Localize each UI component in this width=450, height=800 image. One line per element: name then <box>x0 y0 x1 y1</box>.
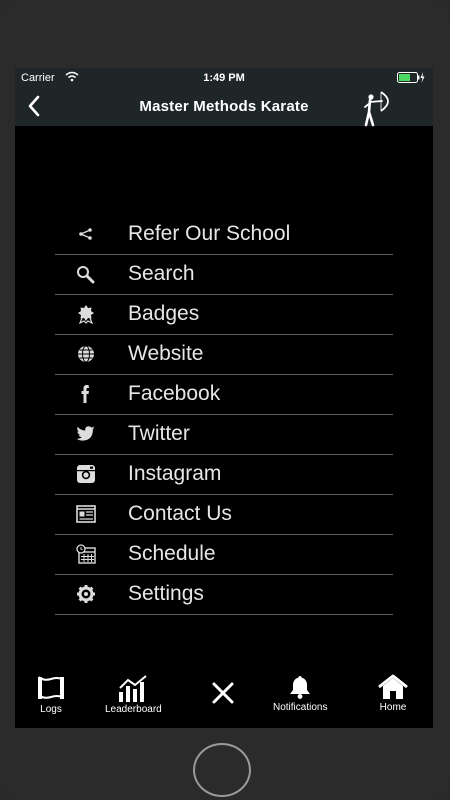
side-menu: Refer Our School Search Badges Website F… <box>55 215 393 615</box>
tab-notifications[interactable]: Notifications <box>273 674 327 713</box>
menu-label: Website <box>128 342 204 365</box>
tab-leaderboard[interactable]: Leaderboard <box>105 674 162 715</box>
status-time: 1:49 PM <box>203 72 245 84</box>
badge-icon <box>75 304 97 325</box>
app-screen: Carrier 1:49 PM Master Methods Karate Re… <box>15 68 433 728</box>
device-frame: Carrier 1:49 PM Master Methods Karate Re… <box>0 0 450 800</box>
tab-logs[interactable]: Logs <box>35 674 67 715</box>
menu-item-schedule[interactable]: Schedule <box>55 535 393 575</box>
menu-item-badges[interactable]: Badges <box>55 295 393 335</box>
scroll-log-icon <box>35 674 67 702</box>
menu-item-refer-our-school[interactable]: Refer Our School <box>55 215 393 255</box>
menu-label: Facebook <box>128 382 221 405</box>
contact-card-icon <box>75 504 97 524</box>
menu-label: Twitter <box>128 422 190 445</box>
gear-icon <box>75 584 97 604</box>
menu-item-facebook[interactable]: Facebook <box>55 375 393 415</box>
bell-icon <box>273 674 327 700</box>
facebook-icon <box>75 384 97 404</box>
menu-label: Schedule <box>128 542 216 565</box>
battery-charging-icon <box>397 72 425 86</box>
tab-logs-label: Logs <box>40 704 62 715</box>
menu-label: Settings <box>128 582 204 605</box>
bar-chart-icon <box>105 674 162 702</box>
tab-home-label: Home <box>379 702 407 713</box>
instagram-icon <box>75 464 97 484</box>
menu-label: Search <box>128 262 195 285</box>
menu-item-website[interactable]: Website <box>55 335 393 375</box>
menu-item-instagram[interactable]: Instagram <box>55 455 393 495</box>
menu-item-search[interactable]: Search <box>55 255 393 295</box>
home-icon <box>376 674 410 700</box>
menu-item-twitter[interactable]: Twitter <box>55 415 393 455</box>
calendar-icon <box>75 544 97 564</box>
device-home-button[interactable] <box>193 743 251 797</box>
globe-icon <box>75 344 97 364</box>
nav-bar: Master Methods Karate <box>15 88 433 127</box>
twitter-icon <box>75 424 97 444</box>
menu-item-settings[interactable]: Settings <box>55 575 393 615</box>
menu-label: Instagram <box>128 462 222 485</box>
menu-label: Badges <box>128 302 200 325</box>
tab-home[interactable]: Home <box>376 674 410 713</box>
search-icon <box>75 264 97 284</box>
tab-notifications-label: Notifications <box>273 702 328 713</box>
menu-item-contact-us[interactable]: Contact Us <box>55 495 393 535</box>
archer-logo-icon <box>359 89 395 127</box>
menu-label: Refer Our School <box>128 222 291 245</box>
close-icon <box>210 680 236 706</box>
close-menu-button[interactable] <box>210 680 236 706</box>
tab-bar: Logs Leaderboard Notifications Home <box>15 670 433 728</box>
menu-label: Contact Us <box>128 502 232 525</box>
share-icon <box>75 224 97 244</box>
tab-leaderboard-label: Leaderboard <box>105 704 162 715</box>
status-bar: Carrier 1:49 PM <box>15 68 433 88</box>
